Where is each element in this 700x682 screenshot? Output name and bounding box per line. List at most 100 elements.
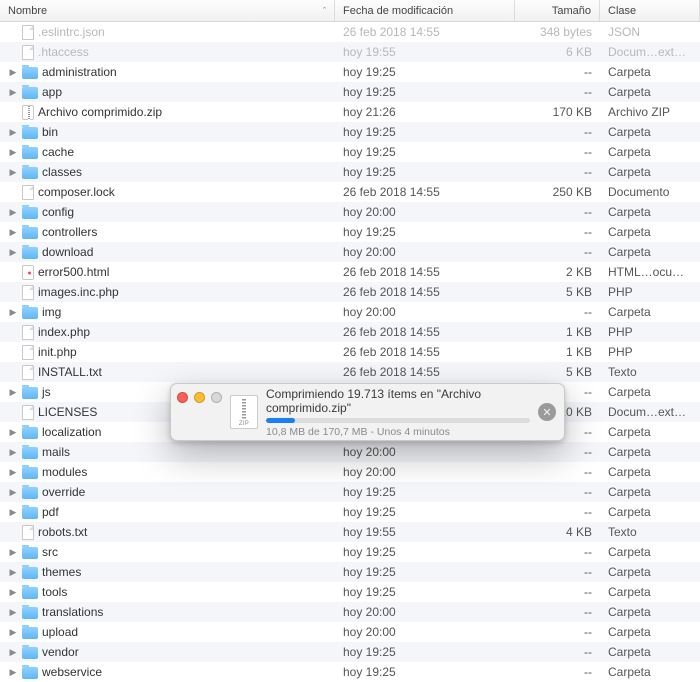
table-row[interactable]: .eslintrc.json26 feb 2018 14:55348 bytes… bbox=[0, 22, 700, 42]
cell-size: 6 KB bbox=[515, 45, 600, 59]
disclosure-triangle-icon[interactable]: ▶ bbox=[8, 627, 18, 638]
cell-kind: Docum…extEdit bbox=[600, 45, 700, 59]
cancel-button[interactable]: ✕ bbox=[538, 403, 556, 421]
table-row[interactable]: .htaccesshoy 19:556 KBDocum…extEdit bbox=[0, 42, 700, 62]
table-row[interactable]: ▶vendorhoy 19:25--Carpeta bbox=[0, 642, 700, 662]
table-row[interactable]: Archivo comprimido.ziphoy 21:26170 KBArc… bbox=[0, 102, 700, 122]
disclosure-triangle-icon[interactable]: ▶ bbox=[8, 547, 18, 558]
dialog-title: Comprimiendo 19.713 ítems en "Archivo co… bbox=[266, 387, 530, 415]
disclosure-triangle-icon[interactable]: ▶ bbox=[8, 667, 18, 678]
file-name: webservice bbox=[42, 665, 102, 679]
table-row[interactable]: ▶controllershoy 19:25--Carpeta bbox=[0, 222, 700, 242]
file-name: pdf bbox=[42, 505, 59, 519]
disclosure-triangle-icon[interactable]: ▶ bbox=[8, 427, 18, 438]
table-row[interactable]: INSTALL.txt26 feb 2018 14:555 KBTexto bbox=[0, 362, 700, 382]
disclosure-triangle-icon[interactable]: ▶ bbox=[8, 207, 18, 218]
disclosure-triangle-icon[interactable]: ▶ bbox=[8, 447, 18, 458]
disclosure-triangle-icon[interactable]: ▶ bbox=[8, 487, 18, 498]
table-row[interactable]: ▶confighoy 20:00--Carpeta bbox=[0, 202, 700, 222]
folder-icon bbox=[22, 147, 38, 159]
folder-icon bbox=[22, 227, 38, 239]
minimize-window-button[interactable] bbox=[194, 392, 205, 403]
table-row[interactable]: ▶administrationhoy 19:25--Carpeta bbox=[0, 62, 700, 82]
column-date[interactable]: Fecha de modificación bbox=[335, 0, 515, 21]
file-icon bbox=[22, 185, 34, 200]
table-row[interactable]: index.php26 feb 2018 14:551 KBPHP bbox=[0, 322, 700, 342]
cell-name: .htaccess bbox=[0, 45, 335, 60]
disclosure-triangle-icon[interactable]: ▶ bbox=[8, 587, 18, 598]
table-row[interactable]: ▶toolshoy 19:25--Carpeta bbox=[0, 582, 700, 602]
table-row[interactable]: images.inc.php26 feb 2018 14:555 KBPHP bbox=[0, 282, 700, 302]
cell-date: hoy 19:25 bbox=[335, 225, 515, 239]
table-row[interactable]: composer.lock26 feb 2018 14:55250 KBDocu… bbox=[0, 182, 700, 202]
cell-name: ▶config bbox=[0, 205, 335, 219]
folder-icon bbox=[22, 67, 38, 79]
cell-kind: Docum…extEdit bbox=[600, 405, 700, 419]
column-date-label: Fecha de modificación bbox=[343, 5, 453, 17]
table-row[interactable]: ▶imghoy 20:00--Carpeta bbox=[0, 302, 700, 322]
cell-date: 26 feb 2018 14:55 bbox=[335, 325, 515, 339]
cell-kind: Texto bbox=[600, 525, 700, 539]
disclosure-triangle-icon[interactable]: ▶ bbox=[8, 507, 18, 518]
disclosure-triangle-icon[interactable]: ▶ bbox=[8, 247, 18, 258]
column-name-label: Nombre bbox=[8, 5, 47, 17]
table-row[interactable]: ▶classeshoy 19:25--Carpeta bbox=[0, 162, 700, 182]
table-row[interactable]: ▶themeshoy 19:25--Carpeta bbox=[0, 562, 700, 582]
disclosure-triangle-icon[interactable]: ▶ bbox=[8, 127, 18, 138]
disclosure-triangle-icon[interactable]: ▶ bbox=[8, 467, 18, 478]
column-size[interactable]: Tamaño bbox=[515, 0, 600, 21]
cell-size: -- bbox=[515, 485, 600, 499]
cell-name: ▶cache bbox=[0, 145, 335, 159]
table-row[interactable]: ▶webservicehoy 19:25--Carpeta bbox=[0, 662, 700, 682]
disclosure-triangle-icon[interactable]: ▶ bbox=[8, 607, 18, 618]
column-kind[interactable]: Clase bbox=[600, 0, 700, 21]
column-name[interactable]: Nombre ˆ bbox=[0, 0, 335, 21]
cell-size: -- bbox=[515, 505, 600, 519]
folder-icon bbox=[22, 167, 38, 179]
disclosure-triangle-icon[interactable]: ▶ bbox=[8, 227, 18, 238]
cell-kind: Texto bbox=[600, 365, 700, 379]
table-row[interactable]: ▶apphoy 19:25--Carpeta bbox=[0, 82, 700, 102]
cell-name: ▶override bbox=[0, 485, 335, 499]
file-name: download bbox=[42, 245, 93, 259]
cell-kind: Carpeta bbox=[600, 625, 700, 639]
cell-date: hoy 21:26 bbox=[335, 105, 515, 119]
table-row[interactable]: ▶translationshoy 20:00--Carpeta bbox=[0, 602, 700, 622]
disclosure-triangle-icon[interactable]: ▶ bbox=[8, 647, 18, 658]
cell-kind: Carpeta bbox=[600, 205, 700, 219]
disclosure-triangle-icon[interactable]: ▶ bbox=[8, 307, 18, 318]
table-row[interactable]: ▶uploadhoy 20:00--Carpeta bbox=[0, 622, 700, 642]
disclosure-triangle-icon[interactable]: ▶ bbox=[8, 567, 18, 578]
table-row[interactable]: ▶overridehoy 19:25--Carpeta bbox=[0, 482, 700, 502]
cell-name: ▶ webservice bbox=[0, 665, 335, 679]
close-window-button[interactable] bbox=[177, 392, 188, 403]
disclosure-triangle-icon[interactable]: ▶ bbox=[8, 387, 18, 398]
table-row[interactable]: ▶pdfhoy 19:25--Carpeta bbox=[0, 502, 700, 522]
cell-date: hoy 19:25 bbox=[335, 665, 515, 679]
disclosure-triangle-icon[interactable]: ▶ bbox=[8, 67, 18, 78]
table-row[interactable]: ▶cachehoy 19:25--Carpeta bbox=[0, 142, 700, 162]
file-name: localization bbox=[42, 425, 101, 439]
table-row[interactable]: ▶moduleshoy 20:00--Carpeta bbox=[0, 462, 700, 482]
table-row[interactable]: ▶srchoy 19:25--Carpeta bbox=[0, 542, 700, 562]
column-kind-label: Clase bbox=[608, 5, 636, 17]
file-name: LICENSES bbox=[38, 405, 97, 419]
table-row[interactable]: ▶binhoy 19:25--Carpeta bbox=[0, 122, 700, 142]
table-row[interactable]: robots.txthoy 19:554 KBTexto bbox=[0, 522, 700, 542]
table-row[interactable]: ▶downloadhoy 20:00--Carpeta bbox=[0, 242, 700, 262]
cell-size: 5 KB bbox=[515, 285, 600, 299]
disclosure-triangle-icon[interactable]: ▶ bbox=[8, 167, 18, 178]
cell-size: -- bbox=[515, 65, 600, 79]
disclosure-triangle-icon[interactable]: ▶ bbox=[8, 147, 18, 158]
table-row[interactable]: ▶mailshoy 20:00--Carpeta bbox=[0, 442, 700, 462]
disclosure-triangle-icon[interactable]: ▶ bbox=[8, 87, 18, 98]
table-row[interactable]: error500.html26 feb 2018 14:552 KBHTML…o… bbox=[0, 262, 700, 282]
cell-date: hoy 20:00 bbox=[335, 445, 515, 459]
cell-date: hoy 19:25 bbox=[335, 165, 515, 179]
cell-size: -- bbox=[515, 605, 600, 619]
html-icon bbox=[22, 265, 34, 280]
file-name: img bbox=[42, 305, 61, 319]
table-row[interactable]: init.php26 feb 2018 14:551 KBPHP bbox=[0, 342, 700, 362]
cell-date: hoy 19:25 bbox=[335, 505, 515, 519]
cell-date: hoy 20:00 bbox=[335, 305, 515, 319]
